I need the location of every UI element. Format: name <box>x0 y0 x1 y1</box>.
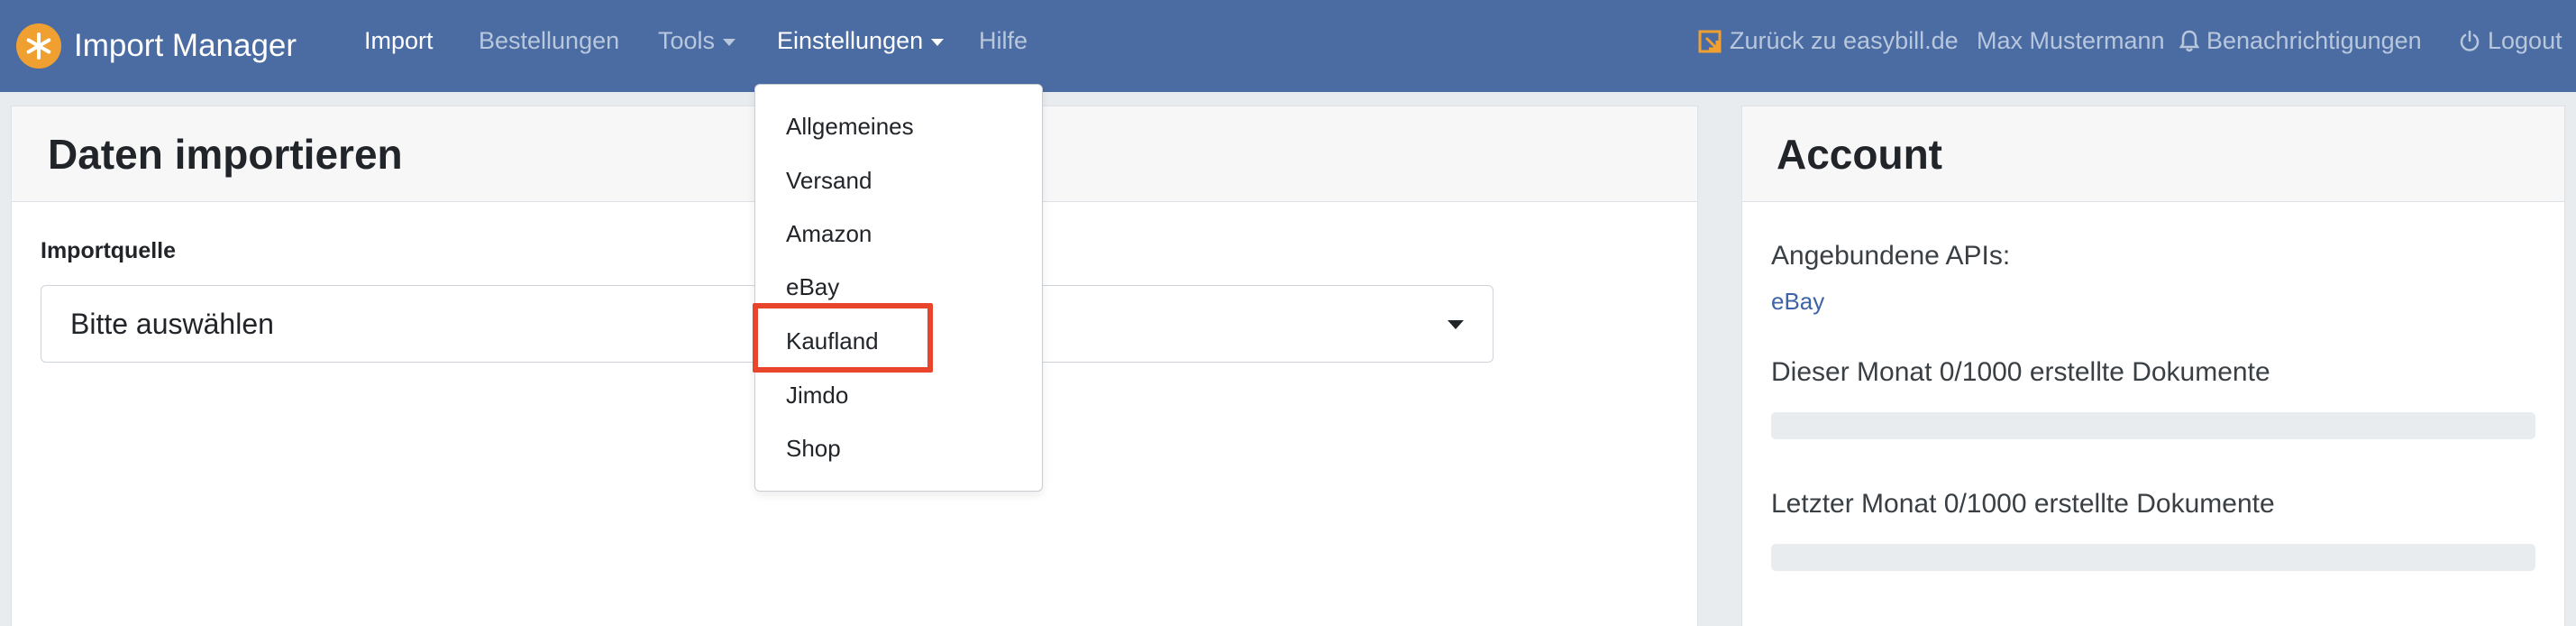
user-name: Max Mustermann <box>1977 27 2165 54</box>
power-icon <box>2460 30 2480 51</box>
account-title: Account <box>1777 130 1942 178</box>
logout-label: Logout <box>2488 27 2562 54</box>
brand-name: Import Manager <box>74 28 297 63</box>
external-link-icon <box>1698 30 1722 52</box>
back-to-easybill-link[interactable]: Zurück zu easybill.de <box>1697 27 1959 55</box>
nav-bestellungen[interactable]: Bestellungen <box>479 27 619 55</box>
this-month-progress-bar <box>1771 412 2535 439</box>
connected-api-ebay-link[interactable]: eBay <box>1771 288 1824 316</box>
kaufland-highlight-box <box>753 303 933 373</box>
last-month-usage-label: Letzter Monat 0/1000 erstellte Dokumente <box>1771 489 2275 519</box>
back-to-easybill-label: Zurück zu easybill.de <box>1730 27 1959 54</box>
import-source-select-value: Bitte auswählen <box>70 307 274 340</box>
dropdown-item-jimdo[interactable]: Jimdo <box>786 382 848 410</box>
brand[interactable]: Import Manager <box>16 22 297 70</box>
nav-tools-label: Tools <box>658 27 716 54</box>
this-month-usage-label: Dieser Monat 0/1000 erstellte Dokumente <box>1771 357 2270 387</box>
account-card-header: Account <box>1742 106 2564 202</box>
user-menu[interactable]: Max Mustermann <box>1977 27 2165 55</box>
top-navbar: Import Manager Import Bestellungen Tools… <box>0 0 2576 92</box>
dropdown-item-shop[interactable]: Shop <box>786 435 841 463</box>
nav-einstellungen-dropdown[interactable]: Einstellungen <box>777 27 945 55</box>
chevron-down-icon <box>1448 320 1464 329</box>
connected-apis-label: Angebundene APIs: <box>1771 241 2011 271</box>
nav-hilfe[interactable]: Hilfe <box>979 27 1028 55</box>
notifications-link[interactable]: Benachrichtigungen <box>2179 27 2422 55</box>
account-card: Account Angebundene APIs: eBay Dieser Mo… <box>1741 106 2565 626</box>
nav-tools-dropdown[interactable]: Tools <box>658 27 736 55</box>
caret-down-icon <box>931 38 945 46</box>
dropdown-item-amazon[interactable]: Amazon <box>786 220 872 248</box>
dropdown-item-ebay[interactable]: eBay <box>786 273 839 301</box>
dropdown-item-versand[interactable]: Versand <box>786 167 872 195</box>
nav-hilfe-label: Hilfe <box>979 27 1028 54</box>
nav-import[interactable]: Import <box>364 27 434 55</box>
caret-down-icon <box>723 38 736 46</box>
import-source-label: Importquelle <box>41 238 177 263</box>
dropdown-item-allgemeines[interactable]: Allgemeines <box>786 113 914 141</box>
nav-einstellungen-label: Einstellungen <box>777 27 924 54</box>
page-title: Daten importieren <box>48 130 403 178</box>
nav-import-label: Import <box>364 27 434 54</box>
bell-icon <box>2179 30 2199 51</box>
asterisk-logo-icon <box>16 23 61 69</box>
notifications-label: Benachrichtigungen <box>2206 27 2422 54</box>
last-month-progress-bar <box>1771 544 2535 571</box>
einstellungen-dropdown-menu: Allgemeines Versand Amazon eBay Kaufland… <box>754 84 1043 492</box>
nav-bestellungen-label: Bestellungen <box>479 27 620 54</box>
logout-link[interactable]: Logout <box>2459 27 2562 55</box>
